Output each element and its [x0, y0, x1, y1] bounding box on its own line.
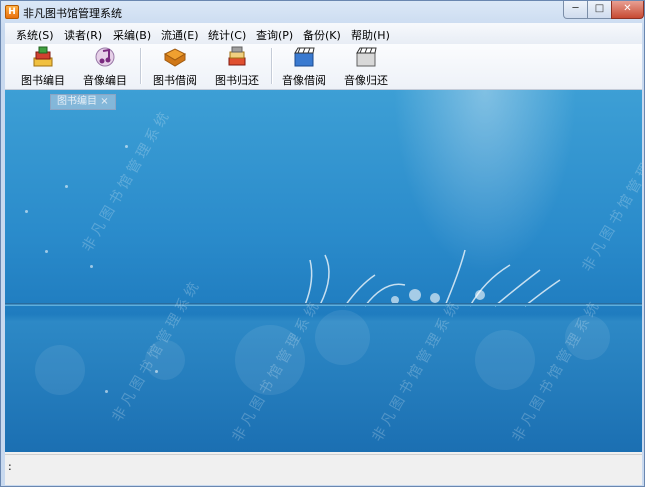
menu-query[interactable]: 查询(P): [256, 27, 293, 43]
window-title: 非凡图书馆管理系统: [23, 7, 122, 20]
child-window-close-icon[interactable]: ×: [100, 96, 108, 107]
toolbar-label: 音像归还: [344, 74, 388, 87]
workspace-background: 图书编目 × 非凡图书馆管理系统 非凡图书馆管理系统 非凡图书馆管理系统 非凡图…: [5, 90, 642, 452]
bubble: [35, 345, 85, 395]
music-catalog-icon: [95, 47, 115, 67]
minimized-child-window[interactable]: 图书编目 ×: [50, 94, 116, 110]
minimize-button[interactable]: ─: [563, 1, 588, 19]
bubble: [315, 310, 370, 365]
toolbar-separator: [271, 48, 273, 84]
menu-backup[interactable]: 备份(K): [303, 27, 341, 43]
watermark: 非凡图书馆管理系统: [109, 276, 205, 425]
bubble: [475, 330, 535, 390]
video-borrow-icon: [294, 47, 315, 67]
water-drop: [45, 250, 48, 253]
menu-help[interactable]: 帮助(H): [351, 27, 390, 43]
toolbar-label: 图书借阅: [153, 74, 197, 87]
menu-system[interactable]: 系统(S): [16, 27, 54, 43]
app-icon[interactable]: H: [5, 5, 19, 19]
toolbar-label: 图书归还: [215, 74, 259, 87]
maximize-button[interactable]: □: [587, 1, 612, 19]
status-bar: :: [5, 454, 642, 485]
book-return-icon: [228, 46, 246, 66]
water-drop: [125, 145, 128, 148]
toolbar-video-borrow[interactable]: 音像借阅: [280, 46, 328, 87]
toolbar-separator: [140, 48, 142, 84]
menu-acquisition[interactable]: 采编(B): [113, 27, 151, 43]
watermark: 非凡图书馆管理系统: [79, 106, 175, 255]
status-text: :: [8, 460, 12, 473]
menu-bar: 系统(S) 读者(R) 采编(B) 流通(E) 统计(C) 查询(P) 备份(K…: [5, 23, 642, 45]
book-borrow-icon: [163, 48, 187, 67]
menu-reader[interactable]: 读者(R): [64, 27, 102, 43]
watermark: 非凡图书馆管理系统: [579, 126, 642, 275]
toolbar-video-return[interactable]: 音像归还: [342, 46, 390, 87]
video-return-icon: [356, 47, 377, 67]
toolbar-book-borrow[interactable]: 图书借阅: [151, 46, 199, 87]
water-drop: [65, 185, 68, 188]
water-drop: [90, 265, 93, 268]
client-area: 系统(S) 读者(R) 采编(B) 流通(E) 统计(C) 查询(P) 备份(K…: [5, 23, 642, 485]
toolbar: 图书编目 音像编目 图书借阅 图书归还 音像借阅 音像归还: [5, 44, 642, 90]
book-catalog-icon: [33, 46, 53, 67]
water-drop: [25, 210, 28, 213]
menu-statistics[interactable]: 统计(C): [208, 27, 246, 43]
toolbar-music-catalog[interactable]: 音像编目: [81, 46, 129, 87]
title-bar[interactable]: H 非凡图书馆管理系统 ─ □ ✕: [1, 1, 644, 23]
toolbar-book-catalog[interactable]: 图书编目: [19, 46, 67, 87]
toolbar-book-return[interactable]: 图书归还: [213, 46, 261, 87]
water-splash: [304, 249, 561, 307]
watermark: 非凡图书馆管理系统: [369, 296, 465, 445]
app-window: H 非凡图书馆管理系统 ─ □ ✕ 系统(S) 读者(R) 采编(B) 流通(E…: [0, 0, 645, 487]
toolbar-label: 音像编目: [83, 74, 127, 87]
water-drop: [105, 390, 108, 393]
close-button[interactable]: ✕: [611, 1, 644, 19]
menu-circulation[interactable]: 流通(E): [161, 27, 199, 43]
child-window-title: 图书编目: [57, 96, 97, 107]
toolbar-label: 图书编目: [21, 74, 65, 87]
toolbar-label: 音像借阅: [282, 74, 326, 87]
